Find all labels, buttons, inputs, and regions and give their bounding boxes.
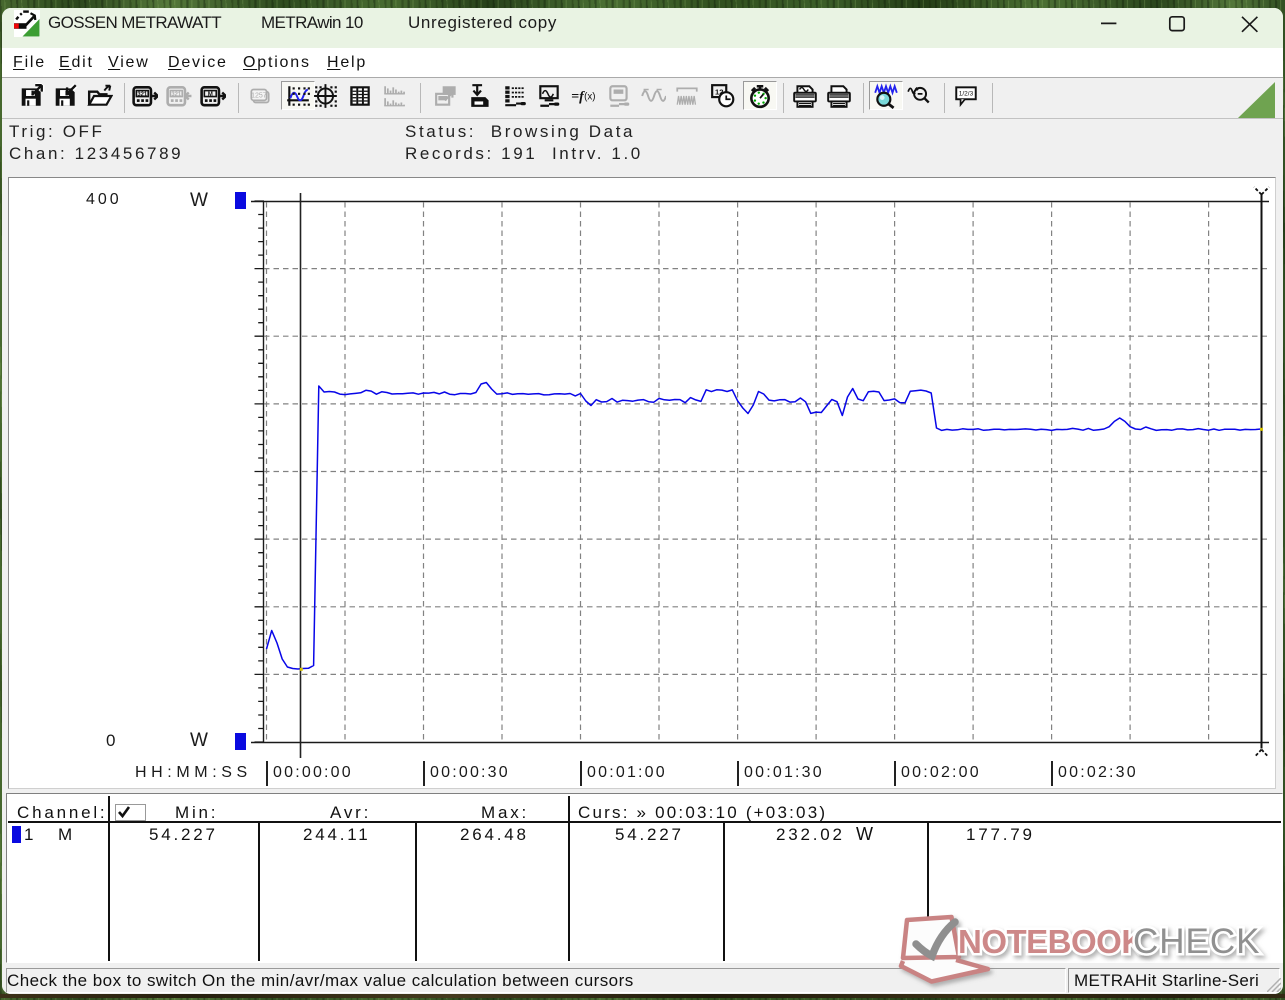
svg-text:CHECK: CHECK xyxy=(1133,922,1261,961)
svg-text:NOTEBOOK: NOTEBOOK xyxy=(958,923,1145,960)
